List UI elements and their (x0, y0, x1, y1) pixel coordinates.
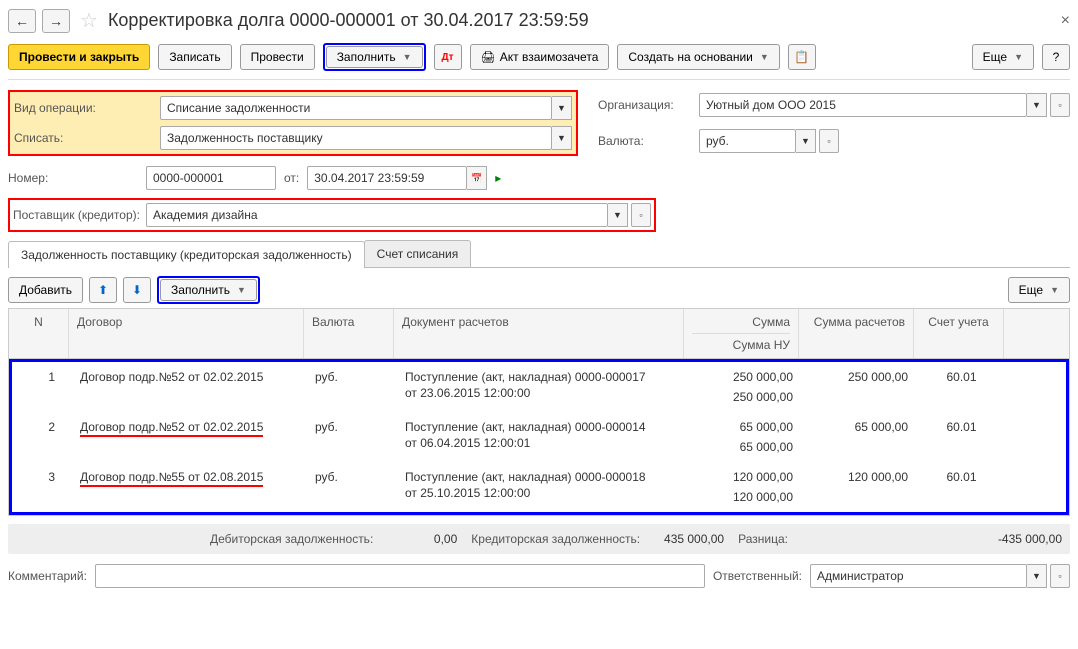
org-label: Организация: (598, 98, 693, 112)
table-row[interactable]: 2Договор подр.№52 от 02.02.2015руб.Посту… (12, 412, 1066, 462)
cell-contract: Договор подр.№52 от 02.02.2015 (72, 418, 307, 456)
calendar-icon[interactable]: 📅 (467, 166, 487, 190)
post-button[interactable]: Провести (240, 44, 315, 70)
close-icon[interactable]: × (1061, 12, 1070, 30)
cell-sum-r: 120 000,00 (802, 468, 917, 506)
tab-debt[interactable]: Задолженность поставщику (кредиторская з… (8, 241, 365, 268)
dropdown-icon[interactable]: ▼ (1027, 93, 1047, 117)
cell-doc: Поступление (акт, накладная) 0000-000014… (397, 418, 687, 456)
cell-account: 60.01 (917, 368, 1007, 406)
resp-select[interactable]: Администратор (810, 564, 1027, 588)
cell-n: 3 (12, 468, 72, 506)
cell-currency: руб. (307, 368, 397, 406)
table-more-button[interactable]: Еще▼ (1008, 277, 1070, 303)
writeoff-select[interactable]: Задолженность поставщику (160, 126, 552, 150)
comment-input[interactable] (95, 564, 705, 588)
debit-label: Дебиторская задолженность: (210, 532, 373, 546)
credit-value: 435 000,00 (654, 532, 724, 546)
cell-sum-r: 250 000,00 (802, 368, 917, 406)
cell-currency: руб. (307, 418, 397, 456)
cell-n: 1 (12, 368, 72, 406)
move-down-icon[interactable]: ⬇ (123, 277, 151, 303)
favorite-icon[interactable]: ☆ (80, 8, 98, 33)
more-button[interactable]: Еще▼ (972, 44, 1034, 70)
th-contract: Договор (69, 309, 304, 358)
cell-sum-r: 65 000,00 (802, 418, 917, 456)
forward-button[interactable]: → (42, 9, 70, 33)
dropdown-icon[interactable]: ▼ (796, 129, 816, 153)
cell-sum: 120 000,00120 000,00 (687, 468, 802, 506)
th-n: N (9, 309, 69, 358)
cell-account: 60.01 (917, 418, 1007, 456)
open-icon[interactable]: ▫ (819, 129, 839, 153)
dropdown-icon[interactable]: ▼ (608, 203, 628, 227)
cur-select[interactable]: руб. (699, 129, 796, 153)
dropdown-icon[interactable]: ▼ (552, 96, 572, 120)
dtkt-icon[interactable]: Дт (434, 44, 462, 70)
open-icon[interactable]: ▫ (1050, 93, 1070, 117)
dropdown-icon[interactable]: ▼ (1027, 564, 1047, 588)
op-type-label: Вид операции: (14, 101, 154, 115)
cell-doc: Поступление (акт, накладная) 0000-000018… (397, 468, 687, 506)
op-type-select[interactable]: Списание задолженности (160, 96, 552, 120)
cell-contract: Договор подр.№52 от 02.02.2015 (72, 368, 307, 406)
cur-label: Валюта: (598, 134, 693, 148)
open-icon[interactable]: ▫ (1050, 564, 1070, 588)
date-input[interactable]: 30.04.2017 23:59:59 (307, 166, 467, 190)
th-account: Счет учета (914, 309, 1004, 358)
org-select[interactable]: Уютный дом ООО 2015 (699, 93, 1027, 117)
tab-account[interactable]: Счет списания (364, 240, 472, 267)
attach-icon[interactable]: 📋 (788, 44, 816, 70)
create-based-button[interactable]: Создать на основании▼ (617, 44, 779, 70)
cell-n: 2 (12, 418, 72, 456)
credit-label: Кредиторская задолженность: (471, 532, 640, 546)
supplier-select[interactable]: Академия дизайна (146, 203, 608, 227)
print-icon: 🖨 (481, 50, 496, 64)
add-button[interactable]: Добавить (8, 277, 83, 303)
diff-value: -435 000,00 (802, 532, 1062, 546)
writeoff-label: Списать: (14, 131, 154, 145)
comment-label: Комментарий: (8, 569, 87, 583)
th-sum: СуммаСумма НУ (684, 309, 799, 358)
th-currency: Валюта (304, 309, 394, 358)
num-input[interactable]: 0000-000001 (146, 166, 276, 190)
resp-label: Ответственный: (713, 569, 802, 583)
cell-doc: Поступление (акт, накладная) 0000-000017… (397, 368, 687, 406)
act-button[interactable]: 🖨Акт взаимозачета (470, 44, 610, 70)
cell-currency: руб. (307, 468, 397, 506)
help-icon[interactable]: ? (1042, 44, 1070, 70)
diff-label: Разница: (738, 532, 788, 546)
debt-table: N Договор Валюта Документ расчетов Сумма… (8, 308, 1070, 516)
dropdown-icon[interactable]: ▼ (552, 126, 572, 150)
open-icon[interactable]: ▫ (631, 203, 651, 227)
cell-sum: 250 000,00250 000,00 (687, 368, 802, 406)
cell-sum: 65 000,0065 000,00 (687, 418, 802, 456)
fill-button[interactable]: Заполнить▼ (326, 46, 423, 68)
page-title: Корректировка долга 0000-000001 от 30.04… (108, 10, 589, 31)
from-label: от: (284, 171, 299, 185)
post-close-button[interactable]: Провести и закрыть (8, 44, 150, 70)
save-button[interactable]: Записать (158, 44, 231, 70)
cell-contract: Договор подр.№55 от 02.08.2015 (72, 468, 307, 506)
table-fill-button[interactable]: Заполнить▼ (160, 279, 257, 301)
status-icon: ▸ (495, 171, 501, 185)
back-button[interactable]: ← (8, 9, 36, 33)
supplier-label: Поставщик (кредитор): (13, 208, 140, 222)
th-doc: Документ расчетов (394, 309, 684, 358)
num-label: Номер: (8, 171, 138, 185)
th-sum-r: Сумма расчетов (799, 309, 914, 358)
debit-value: 0,00 (387, 532, 457, 546)
table-row[interactable]: 3Договор подр.№55 от 02.08.2015руб.Посту… (12, 462, 1066, 512)
move-up-icon[interactable]: ⬆ (89, 277, 117, 303)
table-row[interactable]: 1Договор подр.№52 от 02.02.2015руб.Посту… (12, 362, 1066, 412)
cell-account: 60.01 (917, 468, 1007, 506)
